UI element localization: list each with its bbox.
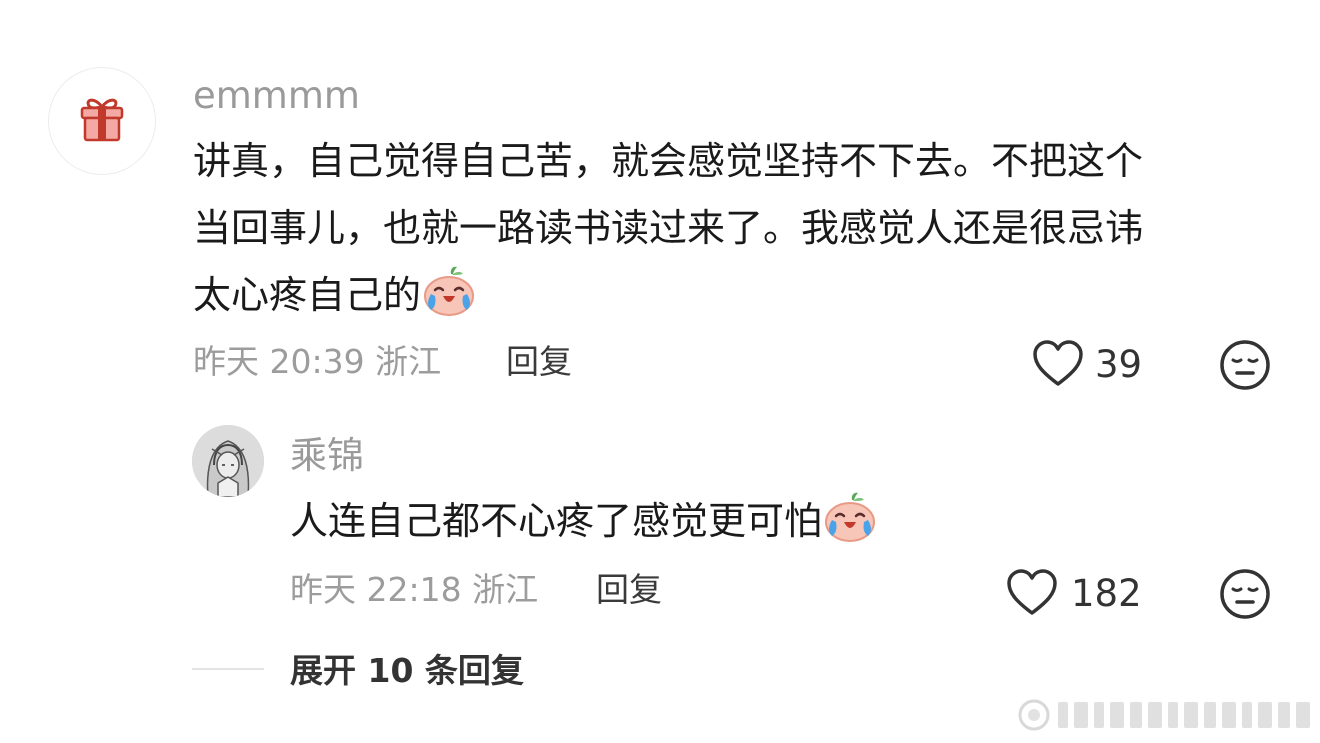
expand-divider xyxy=(192,668,264,670)
sub-reply-location: 浙江 xyxy=(472,570,539,609)
comment-meta: 昨天 20:39 浙江 xyxy=(193,342,441,382)
sketch-avatar xyxy=(192,425,264,497)
gift-icon xyxy=(80,98,124,142)
heart-icon[interactable] xyxy=(1032,340,1084,388)
comment-line-2: 当回事儿，也就一路读书读过来了。我感觉人还是很忌讳 xyxy=(193,206,1144,250)
sub-reply-content: 人连自己都不心疼了感觉更可怕 xyxy=(290,488,878,555)
crying-laughing-emoji xyxy=(825,492,876,542)
meh-face-icon[interactable] xyxy=(1219,568,1271,620)
sub-reply-time: 22:18 xyxy=(366,570,462,609)
sub-reply-date: 昨天 xyxy=(290,570,356,609)
sub-reply-like-count: 182 xyxy=(1071,572,1142,615)
comment-content: 讲真，自己觉得自己苦，就会感觉坚持不下去。不把这个 当回事儿，也就一路读书读过来… xyxy=(193,128,1143,329)
comment-time: 20:39 xyxy=(269,342,365,381)
weibo-watermark xyxy=(1018,699,1310,731)
comment-location: 浙江 xyxy=(375,342,442,381)
heart-icon[interactable] xyxy=(1006,569,1058,617)
sub-reply-reply-button[interactable]: 回复 xyxy=(596,570,662,610)
sub-reply-text: 人连自己都不心疼了感觉更可怕 xyxy=(290,499,823,543)
sub-reply-avatar[interactable] xyxy=(192,425,264,497)
sub-reply-meta: 昨天 22:18 浙江 xyxy=(290,570,538,610)
comment-like-count: 39 xyxy=(1095,343,1143,386)
comment-username[interactable]: emmmm xyxy=(193,74,360,118)
sub-reply-username[interactable]: 乘锦 xyxy=(290,434,364,478)
comment-line-1: 讲真，自己觉得自己苦，就会感觉坚持不下去。不把这个 xyxy=(193,139,1144,183)
meh-face-icon[interactable] xyxy=(1219,339,1271,391)
comment-line-3: 太心疼自己的 xyxy=(193,273,422,317)
comment-date: 昨天 xyxy=(193,342,259,381)
expand-replies-button[interactable]: 展开 10 条回复 xyxy=(290,651,524,691)
crying-laughing-emoji xyxy=(424,266,475,316)
avatar[interactable] xyxy=(48,67,156,175)
comment-reply-button[interactable]: 回复 xyxy=(506,342,572,382)
